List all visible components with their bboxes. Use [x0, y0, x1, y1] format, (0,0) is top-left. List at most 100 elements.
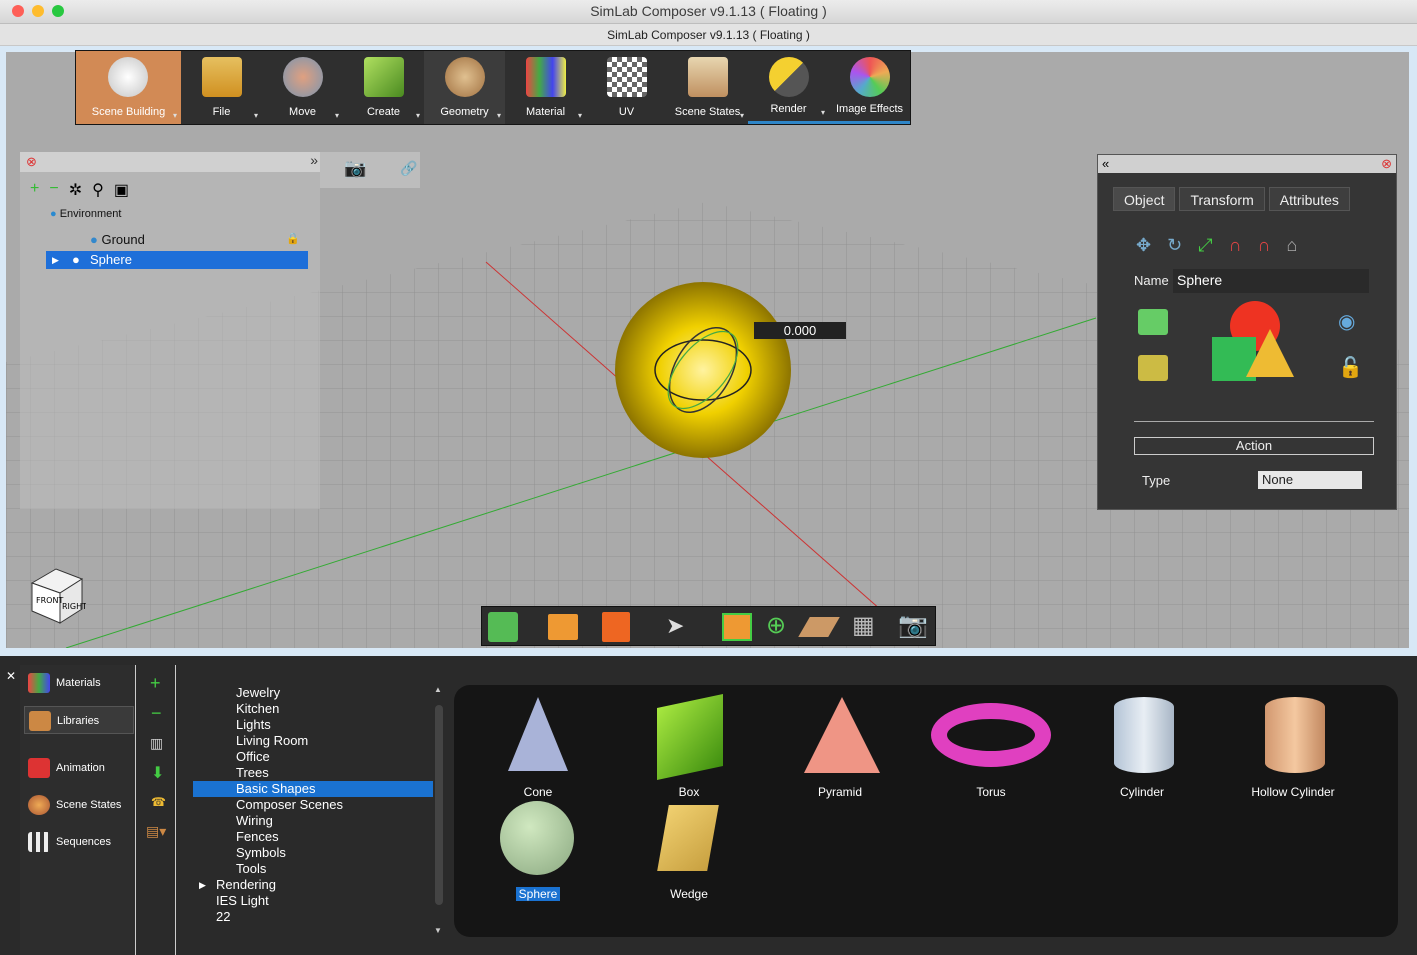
nav-libraries[interactable]: Libraries	[24, 706, 134, 734]
toolbar-scene-states[interactable]: Scene States ▾	[667, 51, 748, 124]
gallery-item-pyramid[interactable]: Pyramid	[780, 697, 900, 799]
zoom-icon[interactable]: ⊕	[766, 611, 786, 640]
value-readout[interactable]: 0.000	[754, 322, 846, 339]
ground-grid-icon[interactable]	[798, 617, 840, 637]
category-item[interactable]: ▶ Rendering	[193, 877, 433, 893]
library-settings-icon[interactable]: ▥	[150, 735, 163, 752]
category-item[interactable]: 22	[193, 909, 433, 925]
camera-icon[interactable]: 📷	[344, 158, 366, 179]
gallery-item-hollow-cylinder[interactable]: Hollow Cylinder	[1233, 697, 1353, 799]
add-icon[interactable]: +	[150, 673, 161, 694]
remove-icon[interactable]: −	[49, 180, 58, 200]
rotate-tool-icon[interactable]: ↻	[1167, 235, 1182, 256]
close-icon[interactable]: ⊗	[26, 154, 37, 170]
toolbar-create[interactable]: Create ▾	[343, 51, 424, 124]
nav-sequences[interactable]: Sequences	[24, 828, 134, 856]
nav-materials[interactable]: Materials	[24, 669, 134, 697]
add-icon[interactable]: +	[30, 180, 39, 200]
toolbar-move[interactable]: Move ▾	[262, 51, 343, 124]
collapse-icon[interactable]: »	[310, 152, 318, 168]
close-icon[interactable]: ✕	[6, 669, 16, 683]
tree-item-sphere[interactable]: ▶ ● Sphere	[46, 251, 308, 269]
gallery-item-sphere[interactable]: Sphere	[478, 799, 598, 901]
toolbar-material[interactable]: Material ▾	[505, 51, 586, 124]
category-item[interactable]: IES Light	[193, 893, 433, 909]
gallery-item-box[interactable]: Box	[629, 693, 749, 799]
viewport-toolbar: ➤ ⊕ ▦ 📷	[481, 606, 936, 646]
tree-item-ground[interactable]: ● Ground 🔒	[90, 232, 300, 247]
gallery-item-cone[interactable]: Cone	[478, 697, 598, 799]
link-icon[interactable]: 🔗	[400, 160, 417, 177]
close-icon[interactable]: ⊗	[1381, 156, 1392, 172]
scene-states-icon	[28, 795, 50, 815]
nav-animation[interactable]: Animation	[24, 754, 134, 782]
download-icon[interactable]: ⬇	[151, 763, 164, 783]
magnet-icon[interactable]: ∩	[1258, 235, 1271, 256]
toolbar-geometry[interactable]: Geometry ▾	[424, 51, 505, 124]
camera-view-icon[interactable]: 📷	[898, 611, 928, 640]
sphere-object[interactable]	[615, 282, 791, 458]
name-label: Name	[1134, 273, 1169, 288]
category-item[interactable]: Jewelry	[193, 685, 433, 701]
view-options-icon[interactable]: ▤▾	[146, 823, 166, 840]
category-item[interactable]: Kitchen	[193, 701, 433, 717]
expand-arrow-icon[interactable]: ▶	[199, 877, 206, 893]
close-window-button[interactable]	[12, 5, 24, 17]
category-item[interactable]: Composer Scenes	[193, 797, 433, 813]
type-select[interactable]: None	[1258, 471, 1362, 489]
toolbar-image-effects[interactable]: Image Effects	[829, 51, 910, 124]
category-scrollbar[interactable]: ▲ ▼	[434, 685, 444, 935]
scene-tree-tools: + − ✲ ⚲ ▣	[30, 180, 129, 200]
plane-icon[interactable]	[548, 614, 578, 640]
category-item[interactable]: Wiring	[193, 813, 433, 829]
capture-toolbar: 📷 🔗	[320, 152, 420, 188]
expand-arrow-icon[interactable]: ▶	[52, 251, 59, 269]
mesh-icon[interactable]	[1138, 309, 1168, 335]
category-item[interactable]: Symbols	[193, 845, 433, 861]
lock-icon[interactable]: 🔒	[286, 232, 300, 245]
toolbar-scene-building[interactable]: Scene Building ▾	[76, 51, 181, 124]
toolbar-uv[interactable]: UV	[586, 51, 667, 124]
category-item[interactable]: Trees	[193, 765, 433, 781]
expand-icon[interactable]: «	[1102, 156, 1109, 171]
scale-tool-icon[interactable]: ⤢	[1198, 235, 1212, 256]
zoom-window-button[interactable]	[52, 5, 64, 17]
view-mode-icon[interactable]	[488, 612, 518, 642]
move-tool-icon[interactable]: ✥	[1136, 235, 1151, 256]
visibility-eye-icon[interactable]: ◉	[1338, 309, 1355, 334]
tab-object[interactable]: Object	[1113, 187, 1176, 211]
filter-icon[interactable]: ✲	[69, 180, 82, 200]
lock-tool-icon[interactable]: ⌂	[1286, 235, 1297, 256]
remove-icon[interactable]: −	[151, 703, 162, 724]
gallery-item-wedge[interactable]: Wedge	[629, 799, 749, 901]
create-icon	[364, 57, 404, 97]
nav-scene-states[interactable]: Scene States	[24, 791, 134, 819]
navigation-cube[interactable]: FRONT RIGHT	[26, 565, 87, 625]
minimize-window-button[interactable]	[32, 5, 44, 17]
category-item[interactable]: Office	[193, 749, 433, 765]
name-field[interactable]: Sphere	[1173, 269, 1369, 293]
share-icon[interactable]: ☎	[151, 795, 166, 809]
tab-transform[interactable]: Transform	[1179, 187, 1265, 211]
toolbar-render[interactable]: Render ▾	[748, 51, 829, 124]
gallery-item-torus[interactable]: Torus	[931, 697, 1051, 799]
frame-selection-icon[interactable]	[722, 613, 752, 641]
tree-environment[interactable]: ● Environment	[50, 208, 121, 220]
category-item[interactable]: Living Room	[193, 733, 433, 749]
select-pointer-icon[interactable]: ➤	[666, 613, 684, 639]
snap-icon[interactable]: ∩	[1229, 235, 1242, 256]
tab-attributes[interactable]: Attributes	[1268, 187, 1350, 211]
gallery-item-cylinder[interactable]: Cylinder	[1082, 697, 1202, 799]
grid-icon[interactable]: ▦	[852, 611, 875, 640]
group-icon[interactable]: ▣	[114, 180, 129, 200]
category-item[interactable]: Fences	[193, 829, 433, 845]
category-item-selected[interactable]: Basic Shapes	[193, 781, 433, 797]
scene-building-icon	[108, 57, 148, 97]
category-item[interactable]: Lights	[193, 717, 433, 733]
unlock-icon[interactable]: 🔓	[1338, 355, 1363, 380]
search-icon[interactable]: ⚲	[92, 180, 104, 200]
material-mesh-icon[interactable]	[1138, 355, 1168, 381]
cube-shading-icon[interactable]	[602, 612, 630, 642]
toolbar-file[interactable]: File ▾	[181, 51, 262, 124]
category-item[interactable]: Tools	[193, 861, 433, 877]
